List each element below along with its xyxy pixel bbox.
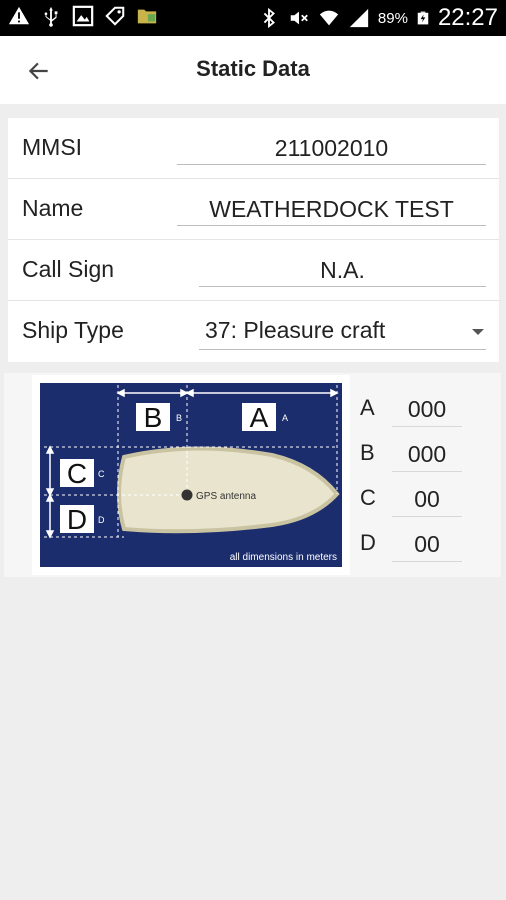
label-b: B: [144, 402, 163, 433]
dim-d-label: D: [360, 530, 376, 555]
signal-icon: [349, 8, 369, 28]
image-icon: [72, 5, 94, 27]
static-data-form: MMSI Name Call Sign Ship Type 37: Pleasu…: [8, 118, 499, 362]
usb-icon: [44, 6, 58, 27]
ship-type-label: Ship Type: [22, 317, 124, 343]
dim-b-label: B: [360, 440, 375, 465]
tag-icon: [105, 6, 125, 26]
status-bar: 89% 22:27: [0, 0, 506, 36]
label-c: C: [67, 458, 87, 489]
clock: 22:27: [437, 4, 498, 31]
label-d: D: [67, 504, 87, 535]
dropdown-caret-icon: [472, 329, 484, 335]
bluetooth-icon: [263, 7, 275, 29]
call-sign-row: Call Sign: [8, 240, 499, 301]
gps-antenna-label: GPS antenna: [196, 491, 256, 502]
app-bar: Static Data: [0, 36, 506, 104]
battery-percent: 89%: [377, 9, 408, 27]
ship-type-row: Ship Type 37: Pleasure craft: [8, 301, 499, 362]
name-label: Name: [22, 195, 84, 221]
page-title: Static Data: [196, 56, 310, 81]
label-a-small: A: [282, 413, 288, 423]
mmsi-row: MMSI: [8, 118, 499, 179]
name-input[interactable]: [177, 192, 486, 226]
dimensions-footer: all dimensions in meters: [230, 552, 337, 563]
dim-d-input[interactable]: [392, 528, 462, 562]
dim-b-row: B: [356, 432, 496, 476]
wifi-icon: [319, 10, 339, 26]
dim-a-row: A: [356, 387, 496, 431]
name-row: Name: [8, 179, 499, 240]
call-sign-input[interactable]: [199, 253, 486, 287]
label-c-small: C: [98, 469, 105, 479]
ship-type-value: 37: Pleasure craft: [205, 317, 386, 343]
label-a: A: [250, 402, 269, 433]
warning-icon: [8, 6, 30, 25]
dim-c-label: C: [360, 485, 376, 510]
label-b-small: B: [176, 413, 182, 423]
call-sign-label: Call Sign: [22, 256, 115, 282]
dim-a-label: A: [360, 395, 375, 420]
dimensions-panel: B B A A C C D D GPS antenna all dimensio…: [4, 373, 501, 577]
vessel-dimension-diagram: B B A A C C D D GPS antenna all dimensio…: [32, 375, 350, 575]
mmsi-label: MMSI: [22, 134, 83, 160]
mute-icon: [290, 11, 308, 25]
dim-b-input[interactable]: [392, 438, 462, 472]
mmsi-input[interactable]: [177, 131, 486, 165]
ship-type-select[interactable]: 37: Pleasure craft: [199, 314, 486, 350]
label-d-small: D: [98, 515, 105, 525]
folder-icon: [137, 9, 157, 24]
gps-antenna-marker: [181, 489, 193, 501]
dim-c-row: C: [356, 477, 496, 521]
dim-a-input[interactable]: [392, 393, 462, 427]
dim-d-row: D: [356, 522, 496, 566]
dim-c-input[interactable]: [392, 483, 462, 517]
battery-icon: [417, 11, 429, 25]
